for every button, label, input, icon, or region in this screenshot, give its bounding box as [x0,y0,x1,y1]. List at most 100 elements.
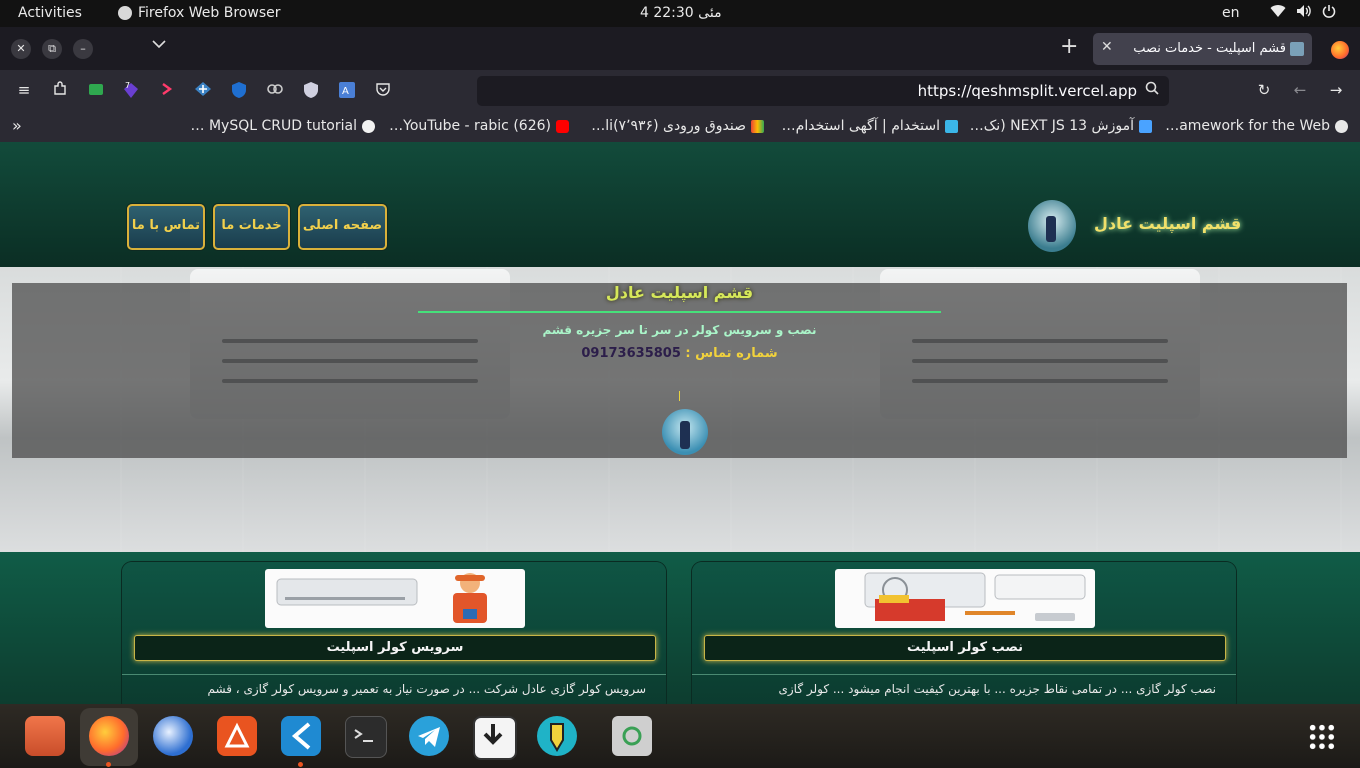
downloader-icon[interactable] [473,716,517,760]
dock [0,704,1360,768]
service-card-title: سرویس کولر اسپلیت [134,635,656,661]
tab-strip: ✕ ⧉ – + قشم اسپلیت - خدمات نصب ✕ [0,27,1360,70]
thunderbird-icon[interactable] [153,716,193,756]
phone-label: شماره تماس : [685,346,778,361]
hero-logo [662,409,708,455]
nav-contact-button[interactable]: تماس با ما [127,204,205,250]
firefox-view-icon[interactable] [1331,41,1349,59]
site-favicon-icon [1290,42,1304,56]
clock[interactable]: 4 مئی 22:30 [640,5,722,21]
translate-extension-icon[interactable]: A [338,81,356,99]
nav-services-button[interactable]: خدمات ما [213,204,290,250]
wifi-icon [1270,4,1286,22]
brand-logo[interactable] [1028,200,1076,252]
app-menu[interactable]: Firefox Web Browser [118,5,281,21]
system-tray[interactable] [1270,4,1336,22]
firefox-icon [118,6,132,20]
app-name-label: Firefox Web Browser [138,5,281,21]
system-top-bar: Activities Firefox Web Browser 4 مئی 22:… [0,0,1360,27]
hero-section: قشم اسپلیت عادل نصب و سرویس کولر در سر ت… [0,267,1360,552]
reload-icon[interactable]: ↻ [1255,81,1273,99]
running-indicator [106,762,111,767]
gmail-icon [751,119,764,133]
notion-icon [362,119,375,133]
tab-close-icon[interactable]: ✕ [1101,39,1113,55]
extensions-icon[interactable] [51,81,69,99]
files-icon[interactable] [25,716,65,756]
terminal-icon[interactable] [345,716,387,758]
hero-subtitle: نصب و سرویس کولر در سر تا سر جزیره قشم [542,323,817,337]
search-icon [1145,81,1159,99]
trash-icon[interactable] [612,716,652,756]
badge-count: 7 [125,81,130,90]
app-center-icon[interactable] [217,716,257,756]
power-icon [1322,4,1336,22]
hero-overlay-box: قشم اسپلیت عادل نصب و سرویس کولر در سر ت… [12,283,1347,458]
hero-tick [679,391,680,401]
bookmark-item[interactable]: (626) YouTube - rabic… [389,118,569,134]
url-text[interactable]: https://qeshmsplit.vercel.app [918,82,1137,100]
service-card[interactable]: نصب کولر اسپلیت نصب کولر گازی ... در تما… [692,562,1236,704]
card-divider [692,674,1236,675]
tab-active[interactable]: قشم اسپلیت - خدمات نصب ✕ [1093,33,1312,65]
pocket-icon[interactable] [374,81,392,99]
bookmark-label: استخدام | آگهی استخدام… [781,118,940,134]
activities-button[interactable]: Activities [18,5,82,21]
show-apps-grid-icon[interactable] [1308,723,1336,751]
service-card-image [835,569,1095,628]
services-section: سرویس کولر اسپلیت سرویس کولر گازی عادل ش… [0,552,1360,704]
ublock-shield-icon[interactable] [302,81,320,99]
windows-icon [1139,119,1152,133]
bookmark-label: آموزش NEXT JS 13 (نک… [969,118,1134,134]
nextjs-icon [1335,119,1348,133]
telegram-icon[interactable] [409,716,449,756]
bookmarks-toolbar: » amework for the Web… آموزش NEXT JS 13 … [0,110,1360,142]
web-page: صفحه اصلی خدمات ما تماس با ما قشم اسپلیت… [0,142,1360,704]
bookmark-item[interactable]: آموزش NEXT JS 13 (نک… [970,118,1152,134]
service-card-text: نصب کولر گازی ... در تمامی نقاط جزیره ..… [778,682,1216,696]
firefox-icon[interactable] [89,716,129,756]
svg-text:A: A [342,86,349,97]
window-minimize-button[interactable]: – [73,39,93,59]
hero-phone: شماره تماس : 09173635805 [12,346,1347,361]
service-card[interactable]: سرویس کولر اسپلیت سرویس کولر گازی عادل ش… [122,562,666,704]
nav-home-button[interactable]: صفحه اصلی [298,204,387,250]
bookmark-item[interactable]: استخدام | آگهی استخدام… [782,118,958,134]
site-header: صفحه اصلی خدمات ما تماس با ما قشم اسپلیت… [0,142,1360,267]
input-language[interactable]: en [1222,5,1240,21]
brand-title[interactable]: قشم اسپلیت عادل [1094,214,1241,233]
navigation-toolbar: ≡ 7 A https://qeshmsplit.vercel.app ↻ ← … [0,70,1360,110]
shield-extension-icon[interactable] [230,81,248,99]
list-all-tabs-button[interactable] [152,37,166,53]
plus-extension-icon[interactable] [194,81,212,99]
jobinja-icon [945,119,958,133]
card-divider [122,674,666,675]
window-restore-button[interactable]: ⧉ [42,39,62,59]
tab-title: قشم اسپلیت - خدمات نصب [1133,41,1286,56]
phone-number[interactable]: 09173635805 [581,346,681,361]
cloud-extension-icon[interactable] [266,81,284,99]
bookmark-item[interactable]: صندوق ورودی (۷٬۹۳۶)li… [591,118,764,134]
vscode-icon[interactable] [281,716,321,756]
address-bar[interactable]: https://qeshmsplit.vercel.app [477,76,1169,106]
service-card-text: سرویس کولر گازی عادل شرکت ... در صورت نی… [207,682,646,696]
bookmark-item[interactable]: amework for the Web… [1165,118,1348,134]
hero-divider [418,311,941,313]
bookmark-label: صندوق ورودی (۷٬۹۳۶)li… [591,118,746,134]
youtube-icon [556,119,569,133]
service-card-title: نصب کولر اسپلیت [704,635,1226,661]
gem-extension-icon[interactable]: 7 [122,81,140,99]
forward-icon[interactable]: → [1327,81,1345,99]
terminal-extension-icon[interactable] [158,81,176,99]
green-extension-icon[interactable] [87,81,105,99]
service-card-image [265,569,525,628]
bookmark-item[interactable]: MySQL CRUD tutorial … [190,118,375,134]
menu-icon[interactable]: ≡ [15,81,33,99]
pen-app-icon[interactable] [537,716,577,756]
window-close-button[interactable]: ✕ [11,39,31,59]
volume-icon [1296,4,1312,22]
bookmark-label: MySQL CRUD tutorial … [190,118,358,134]
bookmarks-overflow-icon[interactable]: » [12,116,22,135]
new-tab-button[interactable]: + [1060,35,1078,59]
back-icon[interactable]: ← [1291,81,1309,99]
